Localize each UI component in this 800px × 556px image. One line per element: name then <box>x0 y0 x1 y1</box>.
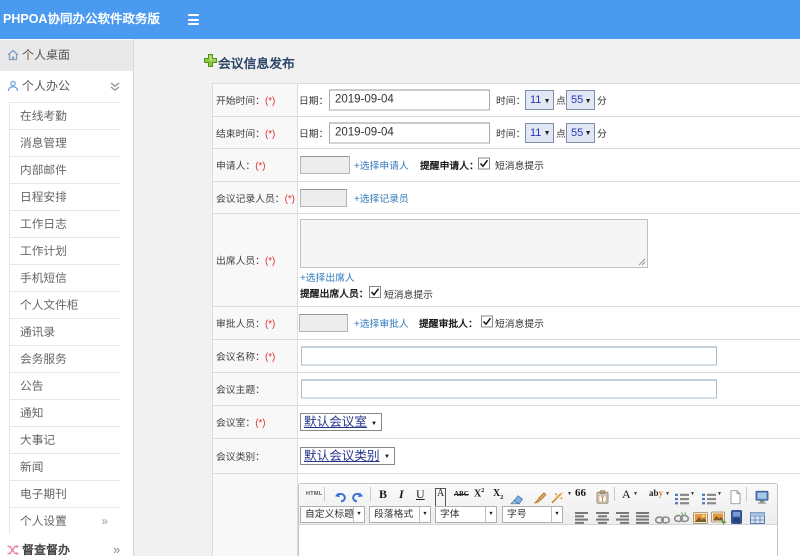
svg-text:T: T <box>601 497 605 503</box>
